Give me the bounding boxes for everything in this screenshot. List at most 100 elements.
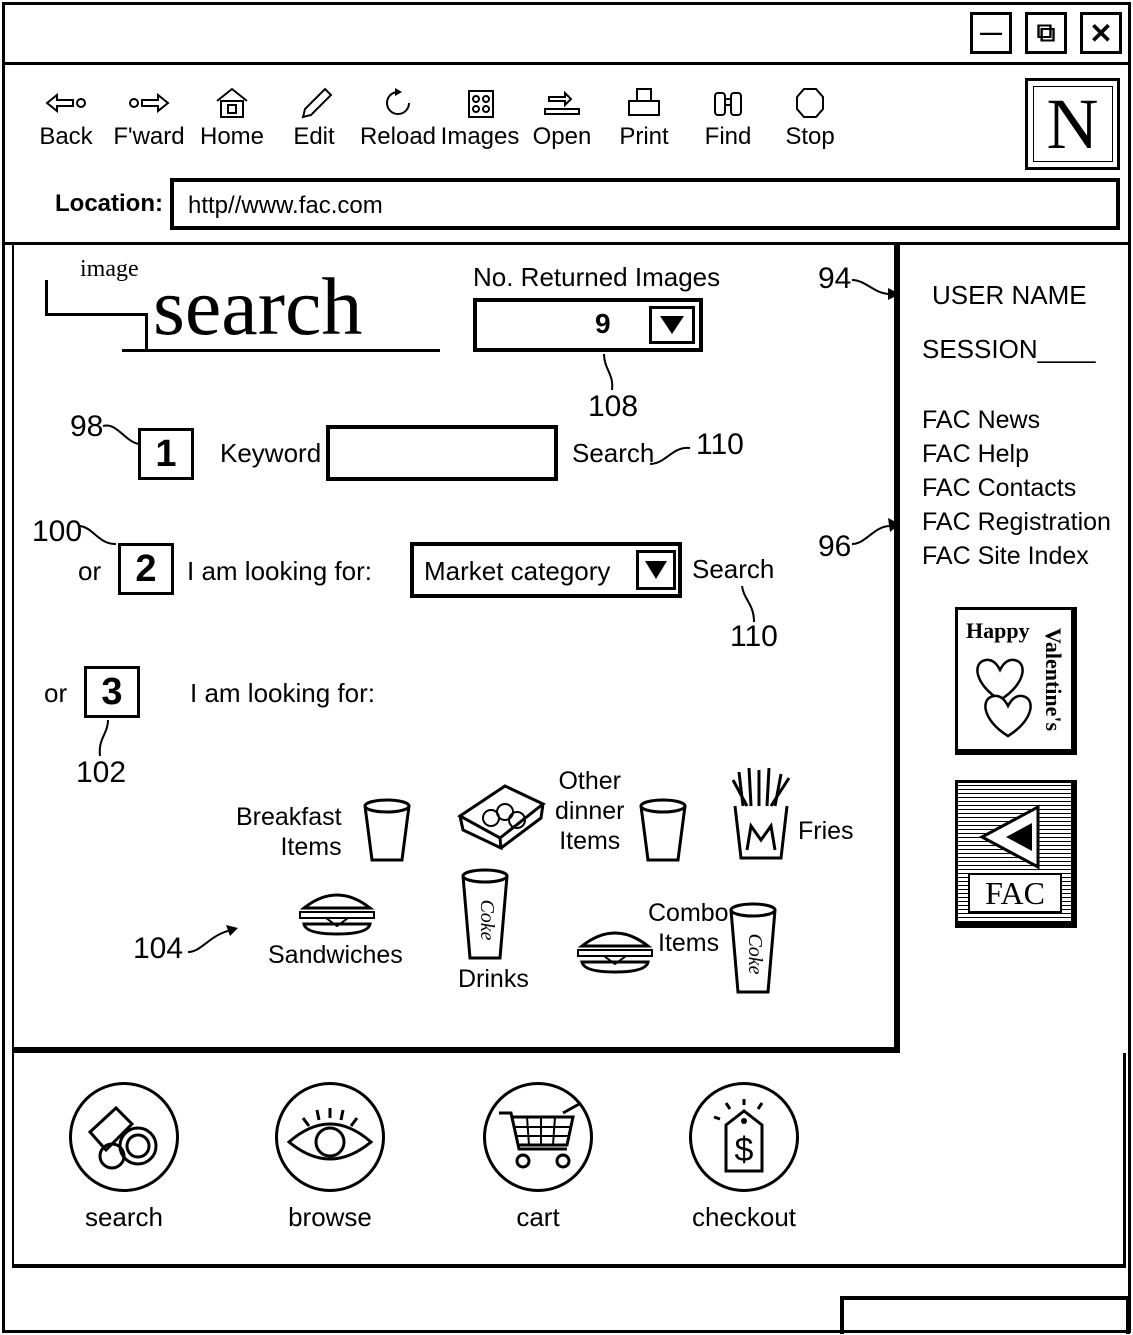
stop-button[interactable]: Stop xyxy=(774,85,846,155)
close-icon: ✕ xyxy=(1089,17,1113,49)
combo-items-label[interactable]: Combo Items xyxy=(648,898,729,958)
logo-bracket xyxy=(45,280,145,316)
stop-icon xyxy=(796,88,824,118)
open-button[interactable]: Open xyxy=(526,85,598,155)
nav-search-button[interactable]: search xyxy=(64,1082,184,1233)
other-dinner-items-label[interactable]: Other dinner Items xyxy=(555,766,625,856)
breakfast-items-label[interactable]: Breakfast Items xyxy=(236,802,342,862)
logo-small-text: image xyxy=(80,256,139,282)
sidebar-link-contacts[interactable]: FAC Contacts xyxy=(922,474,1076,503)
nav-search-label: search xyxy=(84,1202,164,1232)
coke-cup-icon[interactable]: Coke xyxy=(460,868,510,967)
chevron-down-icon[interactable] xyxy=(649,306,695,344)
nav-checkout-label: checkout xyxy=(691,1202,797,1232)
forward-label: F'ward xyxy=(113,123,185,150)
logo-underline xyxy=(122,349,440,352)
returned-images-select[interactable]: 9 xyxy=(473,298,703,352)
ref-110-leader-a xyxy=(649,440,695,475)
keyword-input[interactable] xyxy=(326,425,558,481)
open-label: Open xyxy=(532,123,592,150)
find-button[interactable]: Find xyxy=(692,85,764,155)
coke-cup-icon[interactable]: Coke xyxy=(728,902,778,1001)
looking-for-label-2: I am looking for: xyxy=(187,556,372,586)
or-label-3: or xyxy=(44,678,68,708)
images-button[interactable]: Images xyxy=(441,85,519,155)
sandwich-icon[interactable] xyxy=(296,886,378,941)
keyword-label: Keyword xyxy=(220,438,322,468)
print-label: Print xyxy=(619,123,669,150)
ref-94-arrow xyxy=(851,272,902,307)
printer-icon xyxy=(628,88,660,116)
fries-icon[interactable] xyxy=(725,766,797,867)
other-label-line2: dinner xyxy=(555,797,625,825)
coke-text-b: Coke xyxy=(744,933,766,974)
fac-badge[interactable]: FAC xyxy=(955,780,1077,928)
minimize-button[interactable]: — xyxy=(970,12,1012,54)
sandwiches-label[interactable]: Sandwiches xyxy=(268,940,403,970)
status-bar-box xyxy=(840,1296,1130,1334)
home-button[interactable]: Home xyxy=(196,85,268,155)
fries-label[interactable]: Fries xyxy=(798,816,854,846)
restore-button[interactable]: ⧉ xyxy=(1025,12,1067,54)
drinks-label[interactable]: Drinks xyxy=(458,964,529,994)
print-button[interactable]: Print xyxy=(608,85,680,155)
images-icon xyxy=(468,90,494,118)
or-label-2: or xyxy=(78,556,102,586)
restore-icon: ⧉ xyxy=(1036,17,1056,47)
category-select[interactable]: Market category xyxy=(410,542,682,598)
binoculars-icon xyxy=(69,1082,179,1192)
ref-110-a: 110 xyxy=(696,428,744,461)
home-label: Home xyxy=(199,123,265,150)
sidebar-link-help[interactable]: FAC Help xyxy=(922,440,1029,469)
search-button-2[interactable]: Search xyxy=(692,554,774,585)
nav-browse-label: browse xyxy=(288,1202,372,1232)
minimize-icon: — xyxy=(980,20,1002,45)
location-input[interactable]: http//www.fac.com xyxy=(170,178,1120,230)
ref-104: 104 xyxy=(133,932,184,965)
sidebar-link-news[interactable]: FAC News xyxy=(922,406,1040,435)
ref-100-leader xyxy=(79,522,120,557)
ref-98-leader xyxy=(102,420,143,455)
other-label-line1: Other xyxy=(558,767,622,795)
ref-100: 100 xyxy=(32,515,83,548)
breakfast-label-line2: Items xyxy=(280,833,342,861)
cup-icon[interactable] xyxy=(362,798,412,869)
search-button-1[interactable]: Search xyxy=(572,438,654,469)
nav-cart-button[interactable]: cart xyxy=(478,1082,598,1233)
nav-checkout-button[interactable]: $ checkout xyxy=(684,1082,804,1233)
forward-button[interactable]: F'ward xyxy=(113,85,185,155)
svg-text:$: $ xyxy=(735,1131,754,1169)
nav-browse-button[interactable]: browse xyxy=(270,1082,390,1233)
coke-text-a: Coke xyxy=(476,899,498,940)
cart-icon xyxy=(483,1082,593,1192)
combo-label-line2: Items xyxy=(658,929,720,957)
reload-button[interactable]: Reload xyxy=(360,85,436,155)
user-name-label: USER NAME xyxy=(932,280,1087,310)
home-icon xyxy=(216,87,248,118)
back-arrow-icon xyxy=(45,92,86,114)
dinner-box-icon[interactable] xyxy=(455,778,550,855)
sidebar-link-registration[interactable]: FAC Registration xyxy=(922,508,1111,537)
stop-label: Stop xyxy=(785,123,835,150)
step-3-badge: 3 xyxy=(84,666,140,718)
chevron-down-icon[interactable] xyxy=(636,550,676,590)
edit-button[interactable]: Edit xyxy=(278,85,350,155)
returned-images-value: 9 xyxy=(595,308,611,339)
valentine-banner[interactable]: Happy Valentine's xyxy=(955,607,1077,755)
sidebar-link-site-index[interactable]: FAC Site Index xyxy=(922,542,1089,571)
back-label: Back xyxy=(39,123,93,150)
sandwich-icon[interactable] xyxy=(574,924,656,979)
step-1-badge: 1 xyxy=(138,428,194,480)
step-2-badge: 2 xyxy=(118,543,174,595)
category-value: Market category xyxy=(424,556,611,586)
breakfast-label-line1: Breakfast xyxy=(236,803,342,831)
cup-icon[interactable] xyxy=(638,798,688,869)
valentine-vertical-text: Valentine's xyxy=(1041,628,1066,732)
ref-104-arrow xyxy=(186,922,242,963)
pencil-icon xyxy=(301,87,333,119)
session-label: SESSION____ xyxy=(922,334,1096,364)
close-button[interactable]: ✕ xyxy=(1080,12,1122,54)
ref-102: 102 xyxy=(76,756,127,789)
binoculars-icon xyxy=(714,92,742,116)
back-button[interactable]: Back xyxy=(30,85,102,155)
